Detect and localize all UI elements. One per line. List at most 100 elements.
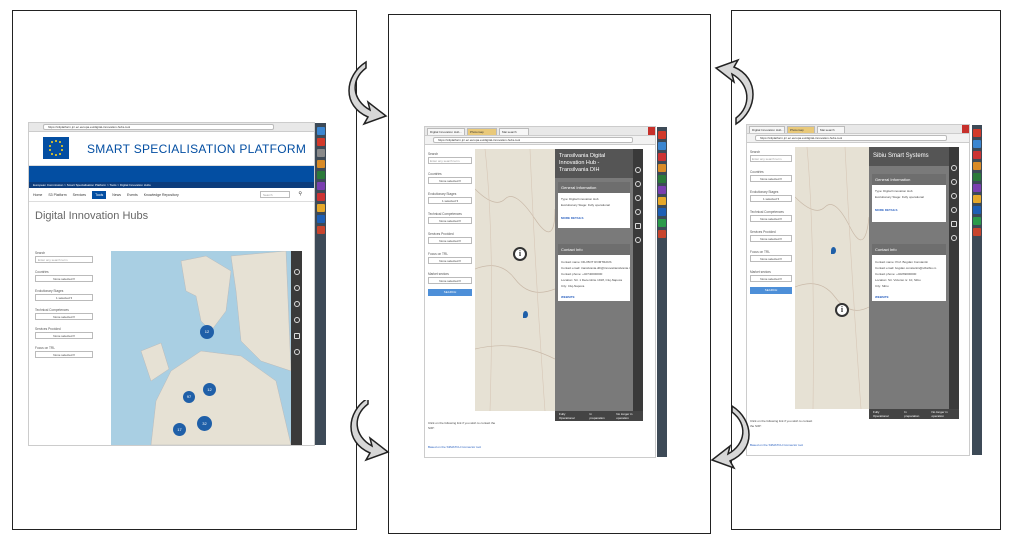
browser-tab[interactable]: Mai search <box>817 126 845 133</box>
evolutionary-stages-select[interactable]: 1 selected ▾ <box>428 197 472 204</box>
nav-knowledge-repository[interactable]: Knowledge Repository <box>144 193 179 197</box>
technical-competences-select[interactable]: None selected ▾ <box>750 215 792 222</box>
info-icon[interactable] <box>293 269 300 275</box>
nav-services[interactable]: Services <box>73 193 86 197</box>
selected-hub-info-icon[interactable]: i <box>835 303 849 317</box>
app-icon[interactable] <box>973 184 981 192</box>
market-sectors-select[interactable]: None selected ▾ <box>750 275 792 282</box>
app-icon[interactable] <box>316 160 325 168</box>
nav-home[interactable]: Home <box>33 193 42 197</box>
hub-pin-icon[interactable] <box>831 247 836 254</box>
zoom-out-icon[interactable] <box>635 209 641 215</box>
app-icon[interactable] <box>658 153 666 161</box>
app-icon[interactable] <box>316 138 325 146</box>
region-map[interactable]: i <box>475 149 555 411</box>
countries-select[interactable]: None selected ▾ <box>428 177 472 184</box>
hub-pin-icon[interactable] <box>523 311 528 318</box>
website-link[interactable]: WEBSITE <box>872 293 946 301</box>
home-icon[interactable] <box>635 181 641 187</box>
services-provided-select[interactable]: None selected ▾ <box>428 237 472 244</box>
search-button[interactable]: SEARCH <box>750 287 792 294</box>
app-icon[interactable] <box>658 175 666 183</box>
nav-news[interactable]: News <box>112 193 121 197</box>
technical-competences-select[interactable]: None selected ▾ <box>428 217 472 224</box>
search-button[interactable]: SEARCH <box>428 289 472 296</box>
countries-select[interactable]: None selected ▾ <box>750 175 792 182</box>
selected-hub-info-icon[interactable]: i <box>513 247 527 261</box>
home-icon[interactable] <box>951 179 957 185</box>
europe-map[interactable]: 12 12 97 32 17 <box>111 251 291 445</box>
browser-tab[interactable]: Digital Innovation Hub... <box>427 128 465 135</box>
app-icon[interactable] <box>316 149 325 157</box>
app-icon[interactable] <box>973 140 981 148</box>
cluster-marker[interactable]: 17 <box>173 423 186 436</box>
technical-competences-select[interactable]: None selected ▾ <box>35 313 93 320</box>
nav-events[interactable]: Events <box>127 193 138 197</box>
info-icon[interactable] <box>635 167 641 173</box>
app-icon[interactable] <box>973 129 981 137</box>
close-window-icon[interactable] <box>648 127 655 135</box>
app-icon[interactable] <box>658 164 666 172</box>
search-input[interactable]: Enter any search term <box>35 256 93 263</box>
browser-tab[interactable]: Photomap <box>787 126 815 133</box>
browser-tab[interactable]: Digital Innovation Hub... <box>749 126 785 133</box>
app-icon[interactable] <box>973 151 981 159</box>
address-bar[interactable]: https://s3platform.jrc.ec.europa.eu/digi… <box>433 137 633 143</box>
zoom-in-icon[interactable] <box>293 301 300 307</box>
s3match-link[interactable]: Based on the S3MATCH Connector tool <box>750 443 830 448</box>
nav-s3-platform[interactable]: S3 Platform <box>48 193 66 197</box>
print-icon[interactable] <box>635 237 641 243</box>
search-input[interactable]: Enter any search term <box>428 157 472 164</box>
app-icon[interactable] <box>973 217 981 225</box>
more-details-link[interactable]: MORE DETAILS <box>872 206 946 222</box>
zoom-in-icon[interactable] <box>951 193 957 199</box>
evolutionary-stages-select[interactable]: 1 selected ▾ <box>35 294 93 301</box>
focus-trl-select[interactable]: None selected ▾ <box>35 351 93 358</box>
zoom-out-icon[interactable] <box>293 317 300 323</box>
fullscreen-icon[interactable] <box>951 221 957 227</box>
address-bar[interactable]: https://s3platform.jrc.ec.europa.eu/digi… <box>43 124 274 130</box>
info-icon[interactable] <box>951 165 957 171</box>
browser-tab[interactable]: Mai search <box>499 128 529 135</box>
services-provided-select[interactable]: None selected ▾ <box>35 332 93 339</box>
cluster-marker[interactable]: 32 <box>197 416 212 431</box>
zoom-out-icon[interactable] <box>951 207 957 213</box>
print-icon[interactable] <box>293 349 300 355</box>
region-map[interactable]: i <box>795 147 869 409</box>
market-sectors-select[interactable]: None selected ▾ <box>428 277 472 284</box>
address-bar[interactable]: https://s3platform.jrc.ec.europa.eu/digi… <box>755 135 947 141</box>
app-icon[interactable] <box>973 206 981 214</box>
close-window-icon[interactable] <box>962 125 969 133</box>
browser-tab[interactable]: Photomap <box>467 128 497 135</box>
s3match-link[interactable]: Based on the S3MATCH Connector tool <box>428 445 508 450</box>
app-icon[interactable] <box>658 197 666 205</box>
app-icon[interactable] <box>973 173 981 181</box>
nav-search-input[interactable]: Search <box>260 191 290 198</box>
cluster-marker[interactable]: 12 <box>203 383 216 396</box>
app-icon[interactable] <box>316 127 325 135</box>
countries-select[interactable]: None selected ▾ <box>35 275 93 282</box>
cluster-marker[interactable]: 12 <box>200 325 214 339</box>
app-icon[interactable] <box>658 230 666 238</box>
fullscreen-icon[interactable] <box>635 223 641 229</box>
app-icon[interactable] <box>316 171 325 179</box>
zoom-in-icon[interactable] <box>635 195 641 201</box>
app-icon[interactable] <box>973 195 981 203</box>
focus-trl-select[interactable]: None selected ▾ <box>428 257 472 264</box>
app-icon[interactable] <box>658 208 666 216</box>
app-icon[interactable] <box>973 162 981 170</box>
services-provided-select[interactable]: None selected ▾ <box>750 235 792 242</box>
app-icon[interactable] <box>658 219 666 227</box>
cluster-marker[interactable]: 97 <box>183 391 195 403</box>
focus-trl-select[interactable]: None selected ▾ <box>750 255 792 262</box>
app-icon[interactable] <box>973 228 981 236</box>
app-icon[interactable] <box>316 193 325 201</box>
website-link[interactable]: WEBSITE <box>558 293 630 301</box>
app-icon[interactable] <box>658 142 666 150</box>
search-icon[interactable]: ⚲ <box>298 191 302 197</box>
app-icon[interactable] <box>658 186 666 194</box>
fullscreen-icon[interactable] <box>293 333 300 339</box>
more-details-link[interactable]: MORE DETAILS <box>558 214 630 228</box>
app-icon[interactable] <box>316 182 325 190</box>
print-icon[interactable] <box>951 235 957 241</box>
